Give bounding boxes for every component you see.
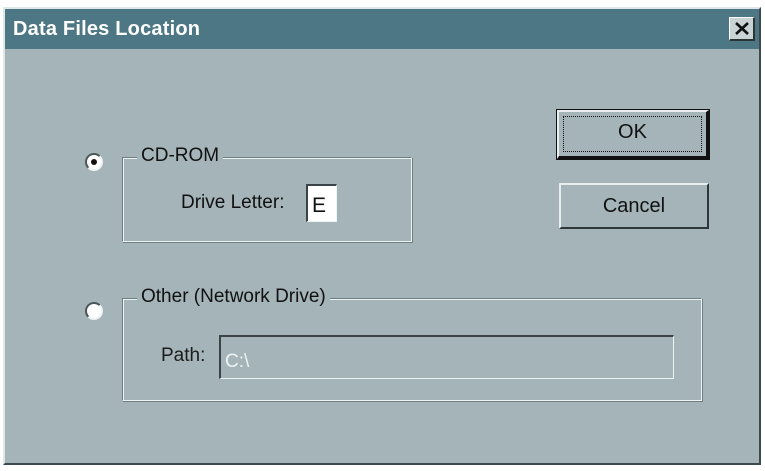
- cancel-button-label: Cancel: [602, 195, 666, 217]
- drive-letter-input[interactable]: [306, 184, 337, 222]
- cancel-button[interactable]: Cancel: [559, 183, 709, 229]
- cdrom-group-label: CD-ROM: [137, 145, 224, 167]
- radio-selected-dot: [91, 159, 97, 165]
- path-label: Path:: [161, 345, 206, 366]
- cdrom-radio[interactable]: [85, 153, 103, 171]
- close-icon: [735, 22, 749, 35]
- path-input[interactable]: [219, 335, 674, 379]
- title-bar[interactable]: Data Files Location: [5, 9, 759, 49]
- dialog-title: Data Files Location: [13, 18, 201, 40]
- other-network-drive-radio[interactable]: [85, 302, 103, 320]
- ok-button[interactable]: OK: [556, 109, 710, 160]
- other-group-label: Other (Network Drive): [137, 286, 330, 308]
- data-files-location-dialog: Data Files Location OK Cancel CD-ROM Dri…: [3, 7, 761, 465]
- close-button[interactable]: [729, 17, 755, 41]
- drive-letter-label: Drive Letter:: [181, 192, 285, 213]
- ok-button-label: OK: [618, 121, 647, 143]
